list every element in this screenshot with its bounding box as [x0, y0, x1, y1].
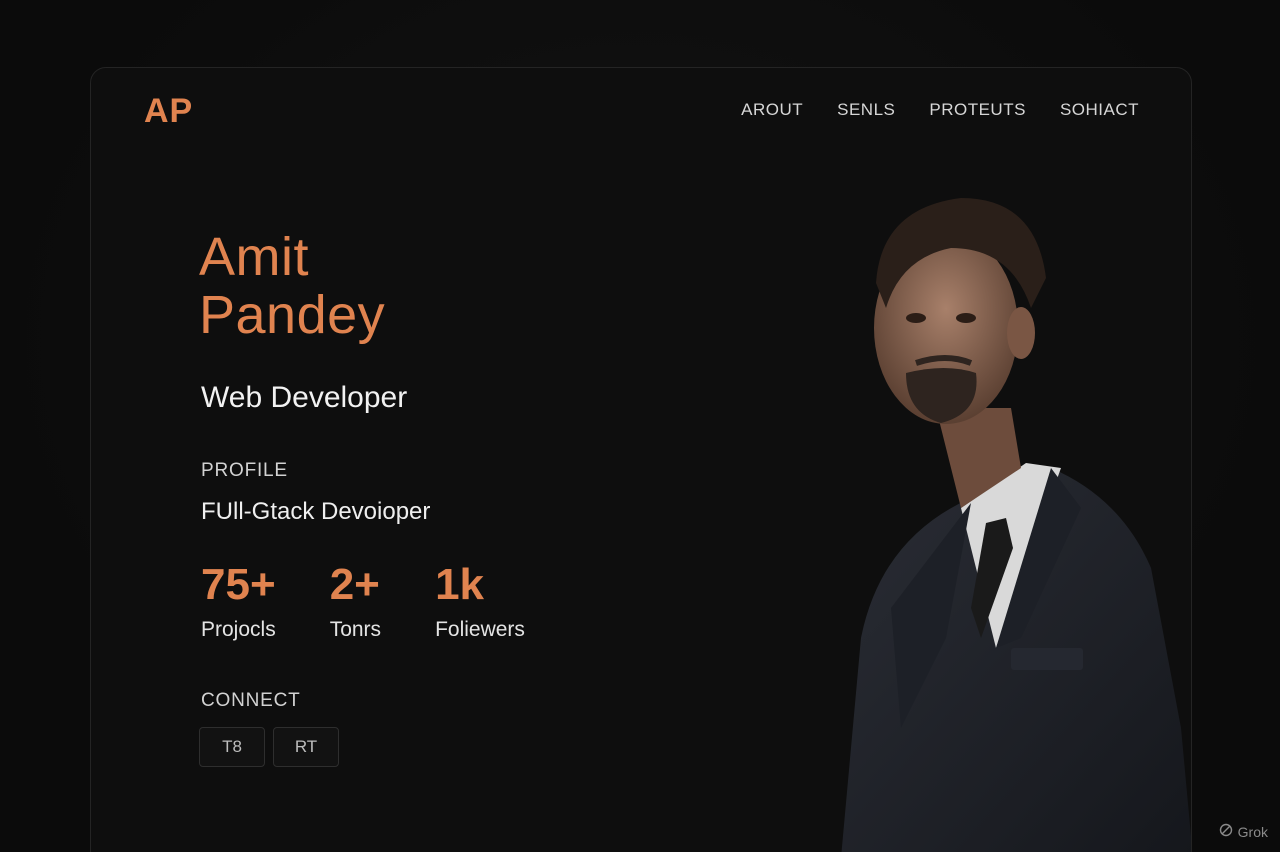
stat-label: Foliewers	[435, 618, 525, 641]
stats-row: 75+ Projocls 2+ Tonrs 1k Foliewers	[201, 560, 579, 642]
stat-years: 2+ Tonrs	[330, 560, 381, 642]
watermark-text: Grok	[1237, 823, 1268, 840]
hero-name: Amit Pandey	[199, 228, 385, 344]
hero-role: Web Developer	[201, 381, 408, 414]
portrait-image	[841, 198, 1191, 852]
last-name: Pandey	[199, 285, 386, 345]
stat-value: 2+	[329, 560, 380, 609]
profile-label: PROFILE	[201, 460, 288, 481]
grok-logo-icon	[1219, 823, 1233, 840]
first-name: Amit	[199, 227, 309, 287]
stat-label: Tonrs	[329, 618, 382, 641]
top-nav: AROUT SENLS PROTEUTS SOHIACT	[741, 100, 1139, 120]
stat-label: Projocls	[201, 618, 276, 641]
stat-value: 1k	[435, 560, 485, 609]
logo[interactable]: AP	[144, 92, 193, 131]
nav-about[interactable]: AROUT	[741, 100, 803, 120]
connect-button-1[interactable]: T8	[199, 727, 265, 767]
connect-label: CONNECT	[201, 690, 301, 711]
nav-contact[interactable]: SOHIACT	[1060, 100, 1139, 120]
watermark: Grok	[1219, 823, 1268, 840]
profile-text: FUll-Gtack Devoioper	[201, 498, 431, 525]
stat-followers: 1k Foliewers	[435, 560, 525, 642]
portfolio-card: AP AROUT SENLS PROTEUTS SOHIACT Amit Pan…	[90, 67, 1192, 852]
nav-skills[interactable]: SENLS	[837, 100, 895, 120]
page: AP AROUT SENLS PROTEUTS SOHIACT Amit Pan…	[0, 0, 1280, 852]
nav-projects[interactable]: PROTEUTS	[929, 100, 1026, 120]
connect-buttons: T8 RT	[199, 727, 339, 767]
stat-value: 75+	[201, 560, 276, 609]
connect-button-2[interactable]: RT	[273, 727, 339, 767]
stat-projects: 75+ Projocls	[201, 560, 276, 642]
